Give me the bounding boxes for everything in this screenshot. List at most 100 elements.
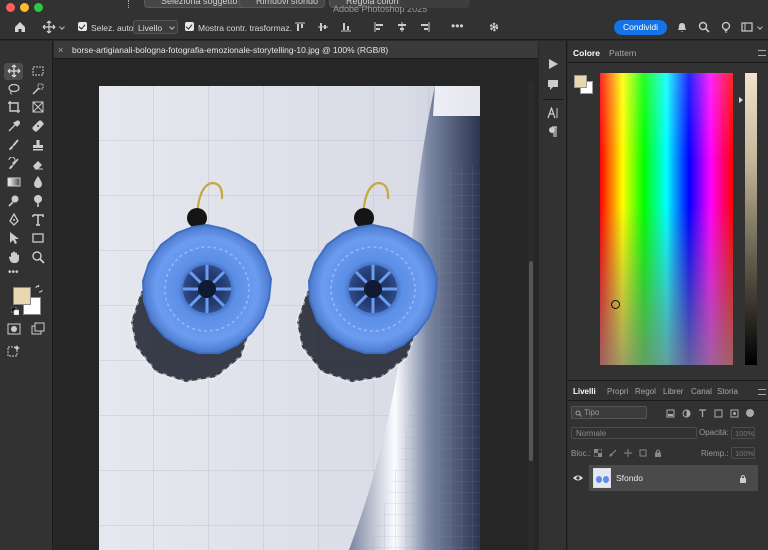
select-subject-button[interactable]: Seleziona soggetto — [144, 0, 245, 8]
filter-smart-object-icon[interactable] — [730, 409, 739, 418]
fill-input[interactable]: 100% — [731, 447, 755, 459]
maximize-window-button[interactable] — [34, 3, 43, 12]
tab-pattern[interactable]: Pattern — [609, 48, 636, 58]
workspace-chevron-icon[interactable] — [757, 24, 763, 30]
tab-proprieta[interactable]: Propri — [607, 387, 628, 396]
layer-row-sfondo[interactable]: Sfondo — [589, 465, 758, 491]
vertical-scrollbar[interactable] — [528, 81, 534, 550]
align-right-icon[interactable] — [420, 22, 430, 32]
color-spectrum-field[interactable] — [600, 73, 733, 365]
bell-icon[interactable] — [675, 20, 689, 34]
document-tab-title: borse-artigianali-bologna-fotografia-emo… — [72, 45, 389, 55]
tab-colore[interactable]: Colore — [573, 48, 600, 58]
layer-filter-dropdown[interactable]: Tipo — [571, 406, 647, 419]
marquee-tool-icon[interactable] — [31, 64, 45, 78]
brush-tool-icon[interactable] — [7, 138, 21, 152]
opacity-input[interactable]: 100% — [731, 427, 755, 439]
home-icon[interactable] — [13, 20, 27, 34]
zoom-tool-icon[interactable] — [31, 250, 45, 264]
path-selection-icon[interactable] — [7, 231, 21, 245]
quick-mask-icon[interactable] — [7, 322, 21, 336]
filter-shape-icon[interactable] — [714, 409, 723, 418]
eraser-icon[interactable] — [31, 157, 45, 171]
auto-select-dropdown[interactable]: Livello — [133, 20, 178, 34]
lightbulb-icon[interactable] — [719, 20, 733, 34]
move-tool-icon[interactable] — [7, 64, 21, 78]
play-actions-icon[interactable] — [547, 58, 559, 70]
show-transform-checkbox[interactable] — [185, 22, 194, 31]
filter-type-icon[interactable] — [698, 409, 707, 418]
object-selection-icon[interactable] — [31, 82, 45, 96]
clone-stamp-icon[interactable] — [31, 138, 45, 152]
color-picker-cursor[interactable] — [611, 300, 620, 309]
filter-toggle-icon[interactable] — [746, 409, 754, 417]
tab-regolazioni[interactable]: Regol — [635, 387, 656, 396]
character-icon[interactable] — [547, 107, 559, 119]
frame-tool-icon[interactable] — [31, 100, 45, 114]
lock-all-icon[interactable] — [654, 449, 662, 457]
hand-tool-icon[interactable] — [7, 250, 21, 264]
document-area: × borse-artigianali-bologna-fotografia-e… — [54, 41, 538, 550]
dodge-tool-icon[interactable] — [7, 194, 21, 208]
healing-brush-icon[interactable] — [31, 119, 45, 133]
thumb-earring-left — [596, 476, 602, 483]
tab-storia[interactable]: Storia — [717, 387, 738, 396]
remove-background-button[interactable]: Rimuovi sfondo — [239, 0, 326, 8]
drag-handle-icon[interactable] — [128, 0, 131, 8]
tab-librerie[interactable]: Librer — [663, 387, 683, 396]
align-bottom-icon[interactable] — [341, 22, 351, 32]
crop-tool-icon[interactable] — [7, 100, 21, 114]
move-tool-icon[interactable] — [42, 20, 56, 34]
gear-icon[interactable] — [487, 20, 501, 34]
panel-foreground-swatch[interactable] — [574, 75, 587, 88]
align-hcenter-icon[interactable] — [397, 22, 407, 32]
history-brush-icon[interactable] — [7, 157, 21, 171]
tab-livelli[interactable]: Livelli — [573, 387, 596, 396]
default-colors-icon[interactable] — [11, 307, 19, 315]
document-canvas[interactable] — [99, 86, 480, 550]
share-button[interactable]: Condividi — [614, 20, 667, 35]
gradient-tool-icon[interactable] — [7, 175, 21, 189]
scrollbar-thumb[interactable] — [529, 261, 533, 461]
comments-icon[interactable] — [547, 79, 559, 91]
align-left-icon[interactable] — [374, 22, 384, 32]
lock-pixels-icon[interactable] — [609, 449, 617, 457]
generative-fill-icon[interactable] — [7, 344, 21, 358]
type-tool-icon[interactable] — [31, 213, 45, 227]
edit-toolbar-icon[interactable]: ••• — [8, 267, 19, 278]
contextual-taskbar-tools[interactable] — [400, 0, 470, 8]
screen-mode-icon[interactable] — [31, 322, 45, 336]
foreground-color-swatch[interactable] — [13, 287, 31, 305]
layers-menu-icon[interactable] — [758, 389, 766, 395]
align-vcenter-icon[interactable] — [318, 22, 328, 32]
rectangle-tool-icon[interactable] — [31, 231, 45, 245]
minimize-window-button[interactable] — [20, 3, 29, 12]
search-icon[interactable] — [697, 20, 711, 34]
brightness-marker[interactable] — [739, 97, 743, 103]
lasso-tool-icon[interactable] — [7, 82, 21, 96]
swap-colors-icon[interactable] — [35, 285, 43, 293]
workspace-icon[interactable] — [740, 20, 754, 34]
paragraph-icon[interactable] — [547, 126, 559, 138]
tab-canali[interactable]: Canal — [691, 387, 712, 396]
filter-pixel-icon[interactable] — [666, 409, 675, 418]
blend-mode-dropdown[interactable]: Normale — [571, 427, 697, 439]
auto-select-checkbox[interactable] — [78, 22, 87, 31]
blur-tool-icon[interactable] — [31, 175, 45, 189]
align-top-icon[interactable] — [295, 22, 305, 32]
eyedropper-icon[interactable] — [7, 119, 21, 133]
pen-tool-icon[interactable] — [7, 213, 21, 227]
document-tab[interactable]: × borse-artigianali-bologna-fotografia-e… — [54, 41, 538, 59]
lock-transparency-icon[interactable] — [594, 449, 602, 457]
lock-position-icon[interactable] — [624, 449, 632, 457]
layer-lock-icon[interactable] — [739, 474, 747, 483]
sponge-tool-icon[interactable] — [31, 194, 45, 208]
brightness-slider[interactable] — [745, 73, 757, 365]
eye-visibility-icon[interactable] — [573, 474, 583, 482]
panel-menu-icon[interactable] — [758, 50, 766, 56]
lock-artboard-icon[interactable] — [639, 449, 647, 457]
filter-adjustment-icon[interactable] — [682, 409, 691, 418]
more-options-icon[interactable]: ••• — [451, 20, 465, 32]
close-window-button[interactable] — [6, 3, 15, 12]
tool-preset-chevron-icon[interactable] — [59, 24, 65, 30]
